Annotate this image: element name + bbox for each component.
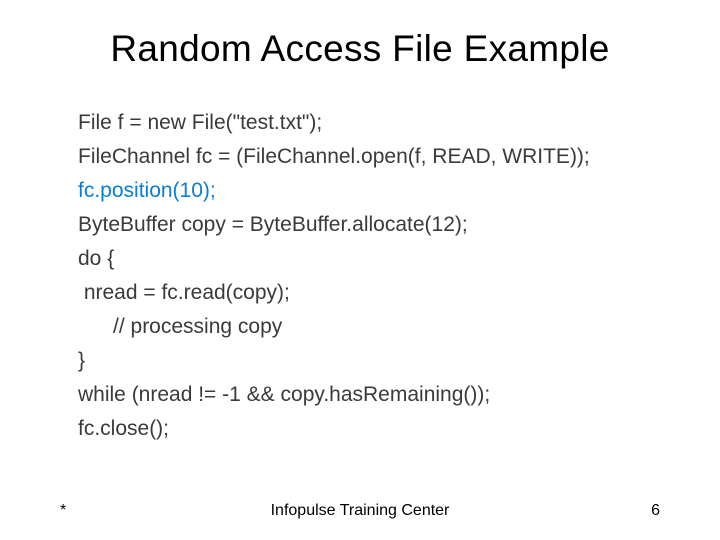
code-line: }	[78, 344, 660, 378]
footer-org: Infopulse Training Center	[210, 502, 510, 520]
slide-footer: * Infopulse Training Center 6	[0, 502, 720, 520]
code-line: FileChannel fc = (FileChannel.open(f, RE…	[78, 140, 660, 174]
code-line: fc.close();	[78, 412, 660, 446]
slide-title: Random Access File Example	[60, 28, 660, 70]
slide-number: 6	[510, 502, 660, 520]
code-line: ByteBuffer copy = ByteBuffer.allocate(12…	[78, 208, 660, 242]
code-line: while (nread != -1 && copy.hasRemaining(…	[78, 378, 660, 412]
code-line: File f = new File("test.txt");	[78, 106, 660, 140]
footer-date-placeholder: *	[60, 502, 210, 520]
code-line: do {	[78, 242, 660, 276]
code-block: File f = new File("test.txt"); FileChann…	[60, 106, 660, 446]
code-line: nread = fc.read(copy);	[78, 276, 660, 310]
code-line: // processing copy	[78, 310, 660, 344]
slide: Random Access File Example File f = new …	[0, 0, 720, 540]
code-line-highlight: fc.position(10);	[78, 174, 660, 208]
